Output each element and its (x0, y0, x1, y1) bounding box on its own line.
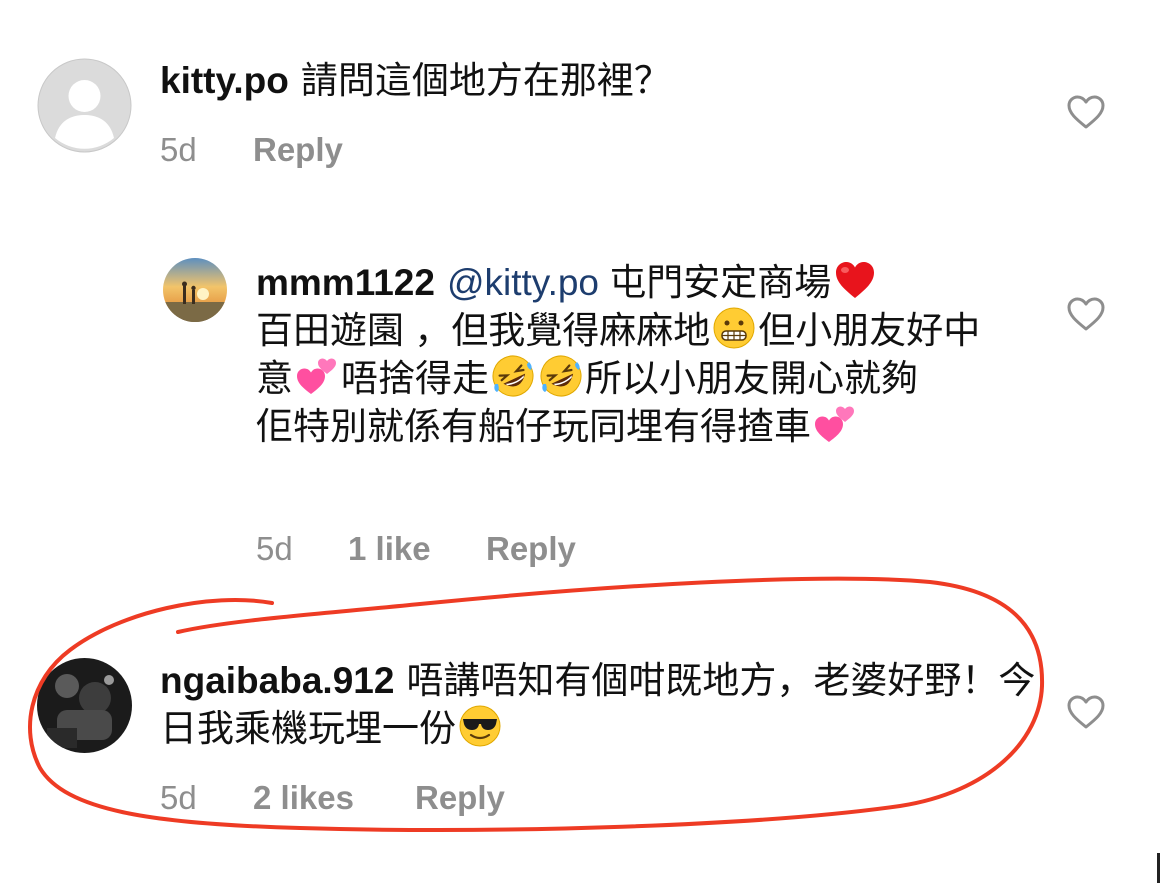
username[interactable]: ngaibaba.912 (160, 660, 394, 701)
like-button[interactable] (1066, 94, 1106, 130)
comment-time: 5d (160, 131, 197, 168)
reply-button[interactable]: Reply (415, 779, 505, 817)
dark-photo-avatar-icon (37, 658, 132, 753)
comment-time: 5d (160, 779, 197, 816)
two-hearts-icon (295, 354, 339, 398)
comment-text: 百田遊園 ，但我覺得麻麻地 (256, 310, 711, 351)
comment-text: 佢特別就係有船仔玩同埋有得揸車 (256, 406, 811, 447)
heart-outline-icon (1067, 95, 1105, 129)
heart-outline-icon (1067, 297, 1105, 331)
two-hearts-icon (813, 402, 857, 446)
reply-button[interactable]: Reply (486, 530, 576, 568)
grimacing-face-icon (712, 306, 756, 350)
comment-text: 唔捨得走 (341, 358, 489, 399)
avatar[interactable] (37, 658, 132, 753)
rolling-laughing-face-icon (491, 354, 535, 398)
rolling-laughing-face-icon (539, 354, 583, 398)
comment-time: 5d (256, 530, 293, 567)
comment-text: 所以小朋友開心就夠 (585, 358, 918, 399)
comment-text: 屯門安定商場 (609, 262, 832, 303)
default-avatar-icon (37, 58, 132, 153)
username[interactable]: mmm1122 (256, 262, 435, 303)
username[interactable]: kitty.po (160, 60, 289, 101)
avatar[interactable] (163, 258, 227, 322)
likes-count[interactable]: 2 likes (253, 779, 354, 817)
like-button[interactable] (1066, 694, 1106, 730)
scroll-edge-mark (1157, 853, 1160, 883)
avatar[interactable] (37, 58, 132, 153)
red-heart-icon (833, 258, 877, 302)
mention-link[interactable]: @kitty.po (447, 262, 599, 303)
like-button[interactable] (1066, 296, 1106, 332)
reply-button[interactable]: Reply (253, 131, 343, 169)
likes-count[interactable]: 1 like (348, 530, 431, 568)
comment-text: 請問這個地方在那裡？ (300, 60, 671, 101)
sunglasses-face-icon (458, 704, 502, 748)
sunset-photo-avatar-icon (163, 258, 227, 322)
heart-outline-icon (1067, 695, 1105, 729)
